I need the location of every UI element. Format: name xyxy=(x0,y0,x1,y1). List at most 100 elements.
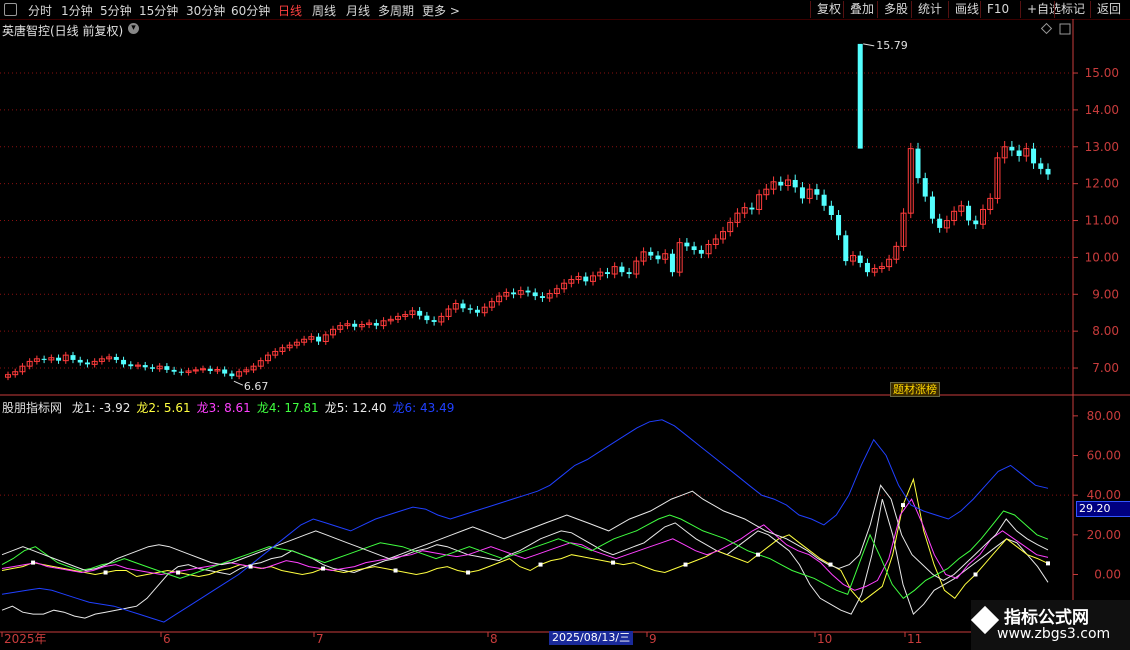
date-badge: 2025/08/13/三 xyxy=(549,631,634,645)
x-tick-label: 2025年 xyxy=(4,632,47,646)
candle-body xyxy=(778,181,784,186)
candle-body xyxy=(352,323,358,327)
candle-body xyxy=(474,309,480,313)
candle-body xyxy=(222,369,228,374)
x-tick-label: 11 xyxy=(907,632,922,646)
signal-marker xyxy=(248,564,253,569)
candle-body xyxy=(619,266,625,273)
candle-body xyxy=(431,320,437,322)
chart-canvas[interactable]: 7.00 8.00 9.00 10.00 11.00 12.00 13.00 14.00 15.… xyxy=(0,0,1130,650)
y-tick-label: 7.00 xyxy=(1092,361,1119,375)
candle-body xyxy=(207,368,213,371)
candle-body xyxy=(583,276,589,282)
series-line xyxy=(1,419,1049,623)
signal-marker xyxy=(756,552,761,557)
candle-body xyxy=(113,356,119,360)
low-label: 6.67 xyxy=(244,380,269,393)
candle-body xyxy=(539,296,545,298)
series-line xyxy=(1,484,1049,581)
signal-marker xyxy=(321,566,326,571)
y-tick-label: 9.00 xyxy=(1092,287,1119,301)
candle-body xyxy=(1009,146,1015,151)
candle-body xyxy=(417,310,423,316)
candle-body xyxy=(684,242,690,247)
candle-body xyxy=(149,367,155,369)
watermark-line2: www.zbgs3.com xyxy=(997,626,1111,642)
candle-body xyxy=(937,218,943,228)
candle-body xyxy=(626,272,632,274)
candle-body xyxy=(836,215,842,236)
x-tick-label: 9 xyxy=(649,632,657,646)
signal-marker xyxy=(538,562,543,567)
candle-body xyxy=(698,250,704,254)
candle-body xyxy=(749,207,755,210)
y-tick-label: 13.00 xyxy=(1085,140,1119,154)
panel-toggle-icon xyxy=(1059,23,1071,35)
low-pointer xyxy=(233,380,244,386)
candle-body xyxy=(864,262,870,273)
candle-body xyxy=(121,359,127,365)
indicator-value: 龙5: 12.40 xyxy=(324,401,387,415)
candle-body xyxy=(1038,163,1044,169)
candle-body xyxy=(1031,148,1037,164)
candle-body xyxy=(922,178,928,197)
x-tick-label: 10 xyxy=(817,632,832,646)
candle-body xyxy=(792,179,798,188)
signal-marker xyxy=(683,562,688,567)
candle-body xyxy=(178,371,184,373)
candle-body xyxy=(814,189,820,195)
candle-body xyxy=(828,205,834,215)
x-tick-label: 6 xyxy=(163,632,171,646)
candle-body xyxy=(56,357,62,361)
candle-body xyxy=(84,362,90,365)
candle-body xyxy=(1045,168,1051,175)
candle-body xyxy=(691,246,697,251)
current-value-tag: 29.20 xyxy=(1076,501,1130,517)
candle-body xyxy=(229,373,235,377)
y-tick-label: 80.00 xyxy=(1087,409,1121,423)
y-tick-label: 10.00 xyxy=(1085,250,1119,264)
indicator-value: 龙6: 43.49 xyxy=(392,401,455,415)
x-tick-label: 7 xyxy=(316,632,324,646)
candle-body xyxy=(316,336,322,342)
candle-body xyxy=(929,196,935,219)
theme-badge[interactable]: 题材涨榜 xyxy=(890,382,940,397)
candle-body xyxy=(966,205,972,221)
signal-marker xyxy=(611,560,616,565)
candle-body xyxy=(648,251,654,256)
candle-body xyxy=(511,292,517,295)
indicator-value: 龙3: 8.61 xyxy=(196,401,251,415)
candle-body xyxy=(669,253,675,273)
candle-body xyxy=(525,290,531,293)
signal-marker xyxy=(828,562,833,567)
candle-body xyxy=(532,292,538,297)
indicator-value: 龙4: 17.81 xyxy=(256,401,319,415)
candle-body xyxy=(164,366,170,370)
signal-marker xyxy=(393,568,398,573)
high-label: 15.79 xyxy=(876,39,908,52)
signal-marker xyxy=(176,570,181,575)
y-tick-label: 14.00 xyxy=(1085,103,1119,117)
signal-marker xyxy=(103,570,108,575)
candle-body xyxy=(655,255,661,260)
signal-marker xyxy=(466,570,471,575)
candle-body xyxy=(467,308,473,310)
y-tick-label: 8.00 xyxy=(1092,324,1119,338)
candle-body xyxy=(128,364,134,367)
candle-body xyxy=(171,369,177,372)
candle-body xyxy=(857,255,863,263)
x-tick-label: 8 xyxy=(490,632,498,646)
diamond-icon xyxy=(1040,22,1053,35)
y-tick-label: 20.00 xyxy=(1087,528,1121,542)
y-tick-label: 15.00 xyxy=(1085,66,1119,80)
high-pointer xyxy=(863,43,875,47)
y-tick-label: 12.00 xyxy=(1085,177,1119,191)
signal-marker xyxy=(31,560,36,565)
candle-body xyxy=(799,187,805,199)
candle-body xyxy=(1016,150,1022,156)
candle-body xyxy=(424,315,430,321)
candle-body xyxy=(77,359,83,363)
candle-body xyxy=(70,355,76,360)
series-line xyxy=(1,477,1049,603)
signal-marker xyxy=(1046,561,1050,566)
